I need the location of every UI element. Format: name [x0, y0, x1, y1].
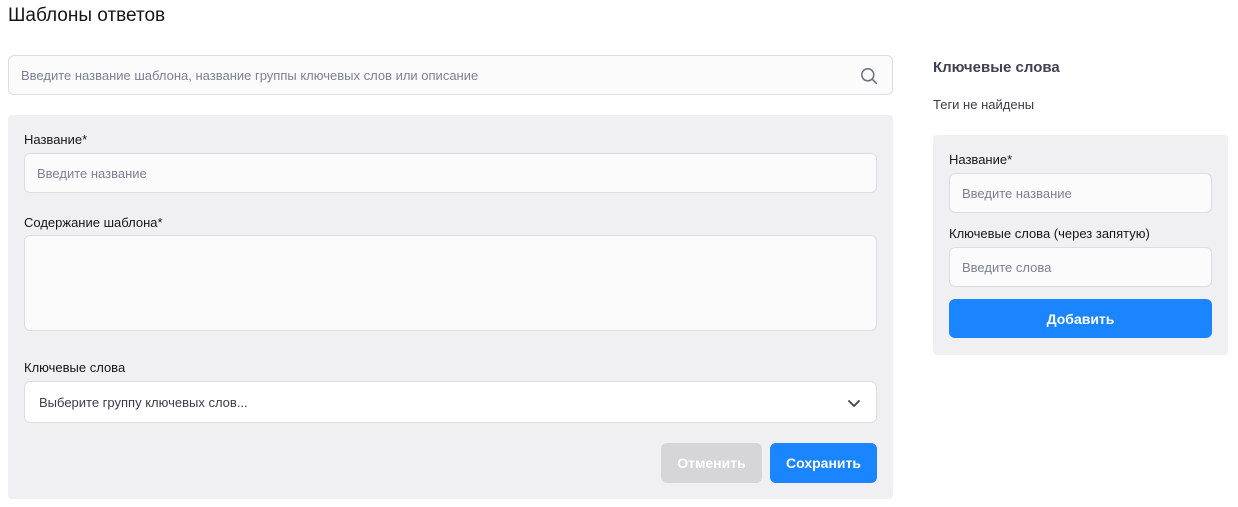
- template-content-textarea[interactable]: [24, 235, 877, 331]
- cancel-button[interactable]: Отменить: [661, 443, 762, 483]
- keyword-words-label: Ключевые слова (через запятую): [949, 226, 1150, 241]
- keywords-group-select[interactable]: Выберите группу ключевых слов...: [24, 381, 877, 423]
- content-label: Содержание шаблона*: [24, 215, 163, 230]
- keywords-label: Ключевые слова: [24, 360, 126, 375]
- keyword-name-label: Название*: [949, 152, 1013, 167]
- chevron-down-icon: [848, 400, 860, 407]
- search-icon[interactable]: [860, 67, 878, 85]
- template-name-input[interactable]: [24, 153, 877, 193]
- search-input[interactable]: [9, 56, 892, 94]
- name-label: Название*: [24, 132, 88, 147]
- page-title: Шаблоны ответов: [8, 5, 166, 26]
- keywords-select-value: Выберите группу ключевых слов...: [39, 395, 248, 410]
- keywords-empty-text: Теги не найдены: [933, 97, 1035, 112]
- keyword-name-input[interactable]: [949, 173, 1212, 213]
- template-form-panel: Название* Содержание шаблона* Ключевые с…: [8, 115, 893, 499]
- save-button[interactable]: Сохранить: [770, 443, 877, 483]
- keywords-sidebar-title: Ключевые слова: [933, 59, 1060, 76]
- add-keywords-button[interactable]: Добавить: [949, 299, 1212, 338]
- keyword-group-form-panel: Название* Ключевые слова (через запятую)…: [933, 135, 1228, 355]
- keyword-words-input[interactable]: [949, 247, 1212, 287]
- search-box: [8, 55, 893, 95]
